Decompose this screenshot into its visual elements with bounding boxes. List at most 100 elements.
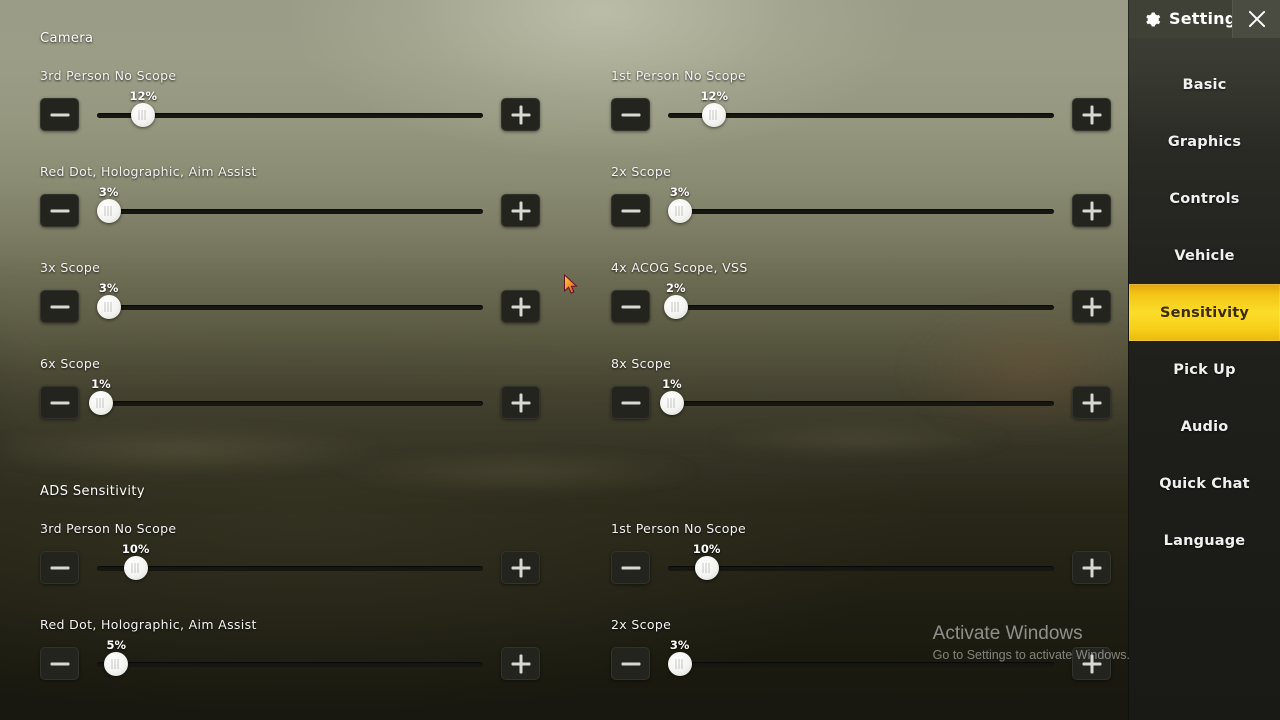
- slider-thumb[interactable]: 3%: [96, 281, 121, 319]
- slider-control: 10%: [40, 542, 540, 591]
- decrease-button[interactable]: [611, 98, 650, 131]
- slider-track-area[interactable]: 1%: [88, 377, 483, 426]
- slider-track[interactable]: [97, 566, 483, 571]
- slider-track[interactable]: [668, 209, 1054, 214]
- slider-value: 10%: [121, 542, 150, 556]
- setting-label: 8x Scope: [611, 356, 672, 371]
- slider-track-area[interactable]: 3%: [96, 281, 483, 330]
- increase-button[interactable]: [501, 290, 540, 323]
- setting-row: 3rd Person No Scope 12%: [40, 68, 540, 158]
- slider-track-area[interactable]: 2%: [663, 281, 1054, 330]
- sidebar-item-vehicle[interactable]: Vehicle: [1129, 227, 1280, 284]
- setting-row: 4x ACOG Scope, VSS 2%: [611, 260, 1111, 350]
- slider-thumb[interactable]: 10%: [122, 542, 149, 580]
- sidebar-item-controls[interactable]: Controls: [1129, 170, 1280, 227]
- slider-thumb[interactable]: 12%: [130, 89, 157, 127]
- game-settings-screen: Camera 3rd Person No Scope 12% Red Dot, …: [0, 0, 1280, 720]
- slider-track-area[interactable]: 10%: [668, 542, 1054, 591]
- setting-row: 3rd Person No Scope 10%: [40, 521, 540, 611]
- decrease-button[interactable]: [40, 647, 79, 680]
- decrease-button[interactable]: [40, 290, 79, 323]
- slider-track-area[interactable]: 1%: [659, 377, 1054, 426]
- sidebar-item-quick-chat[interactable]: Quick Chat: [1129, 455, 1280, 512]
- increase-button[interactable]: [1072, 194, 1111, 227]
- decrease-button[interactable]: [611, 386, 650, 419]
- slider-control: 12%: [611, 89, 1111, 138]
- camera-left-column: 3rd Person No Scope 12% Red Dot, Hologra…: [40, 68, 540, 428]
- decrease-button[interactable]: [611, 647, 650, 680]
- increase-button[interactable]: [1072, 290, 1111, 323]
- slider-track[interactable]: [97, 305, 483, 310]
- decrease-button[interactable]: [40, 551, 79, 584]
- increase-button[interactable]: [1072, 647, 1111, 680]
- sidebar-item-graphics[interactable]: Graphics: [1129, 113, 1280, 170]
- slider-thumb[interactable]: 12%: [701, 89, 728, 127]
- slider-track[interactable]: [668, 305, 1054, 310]
- slider-value: 10%: [692, 542, 721, 556]
- slider-track[interactable]: [668, 401, 1054, 406]
- increase-button[interactable]: [1072, 551, 1111, 584]
- slider-thumb[interactable]: 10%: [693, 542, 720, 580]
- increase-button[interactable]: [501, 647, 540, 680]
- close-x-icon[interactable]: [1232, 0, 1280, 38]
- setting-label: 1st Person No Scope: [611, 521, 747, 536]
- increase-button[interactable]: [501, 98, 540, 131]
- settings-header: Settings: [1129, 0, 1280, 38]
- slider-track[interactable]: [668, 662, 1054, 667]
- slider-control: 2%: [611, 281, 1111, 330]
- sidebar-item-sensitivity[interactable]: Sensitivity: [1129, 284, 1280, 341]
- sidebar-item-audio[interactable]: Audio: [1129, 398, 1280, 455]
- slider-value: 3%: [98, 185, 119, 199]
- sidebar-item-basic[interactable]: Basic: [1129, 56, 1280, 113]
- setting-label: Red Dot, Holographic, Aim Assist: [40, 164, 257, 179]
- mouse-cursor-icon: [563, 273, 579, 296]
- slider-track-area[interactable]: 3%: [667, 638, 1054, 687]
- slider-thumb[interactable]: 3%: [96, 185, 121, 223]
- setting-label: 3rd Person No Scope: [40, 521, 177, 536]
- decrease-button[interactable]: [40, 194, 79, 227]
- sidebar-item-pick-up[interactable]: Pick Up: [1129, 341, 1280, 398]
- slider-track-area[interactable]: 5%: [97, 638, 483, 687]
- slider-value: 3%: [98, 281, 119, 295]
- setting-label: Red Dot, Holographic, Aim Assist: [40, 617, 257, 632]
- sidebar-item-language[interactable]: Language: [1129, 512, 1280, 569]
- gear-icon: [1141, 9, 1162, 30]
- slider-thumb[interactable]: 3%: [667, 638, 692, 676]
- increase-button[interactable]: [501, 386, 540, 419]
- slider-track[interactable]: [97, 401, 483, 406]
- slider-track-area[interactable]: 3%: [667, 185, 1054, 234]
- slider-control: 1%: [40, 377, 540, 426]
- ads-right-column: 1st Person No Scope 10% 2x Scope 3%: [611, 521, 1111, 701]
- slider-track-area[interactable]: 10%: [97, 542, 483, 591]
- slider-track-area[interactable]: 3%: [96, 185, 483, 234]
- increase-button[interactable]: [1072, 386, 1111, 419]
- setting-label: 3rd Person No Scope: [40, 68, 177, 83]
- slider-control: 3%: [40, 281, 540, 330]
- increase-button[interactable]: [501, 551, 540, 584]
- decrease-button[interactable]: [611, 551, 650, 584]
- setting-label: 3x Scope: [40, 260, 101, 275]
- decrease-button[interactable]: [611, 194, 650, 227]
- slider-thumb[interactable]: 5%: [104, 638, 129, 676]
- slider-value: 5%: [106, 638, 127, 652]
- slider-track[interactable]: [668, 566, 1054, 571]
- section-title-ads-sensitivity: ADS Sensitivity: [40, 484, 145, 499]
- slider-thumb[interactable]: 2%: [663, 281, 688, 319]
- slider-thumb[interactable]: 3%: [667, 185, 692, 223]
- setting-label: 6x Scope: [40, 356, 101, 371]
- slider-track-area[interactable]: 12%: [668, 89, 1054, 138]
- ads-left-column: 3rd Person No Scope 10% Red Dot, Hologra…: [40, 521, 540, 701]
- decrease-button[interactable]: [40, 98, 79, 131]
- increase-button[interactable]: [501, 194, 540, 227]
- increase-button[interactable]: [1072, 98, 1111, 131]
- slider-thumb[interactable]: 1%: [88, 377, 113, 415]
- slider-track[interactable]: [97, 209, 483, 214]
- setting-label: 2x Scope: [611, 164, 672, 179]
- slider-thumb[interactable]: 1%: [659, 377, 684, 415]
- decrease-button[interactable]: [40, 386, 79, 419]
- slider-track[interactable]: [97, 662, 483, 667]
- slider-track-area[interactable]: 12%: [97, 89, 483, 138]
- slider-value: 2%: [665, 281, 686, 295]
- decrease-button[interactable]: [611, 290, 650, 323]
- setting-row: 3x Scope 3%: [40, 260, 540, 350]
